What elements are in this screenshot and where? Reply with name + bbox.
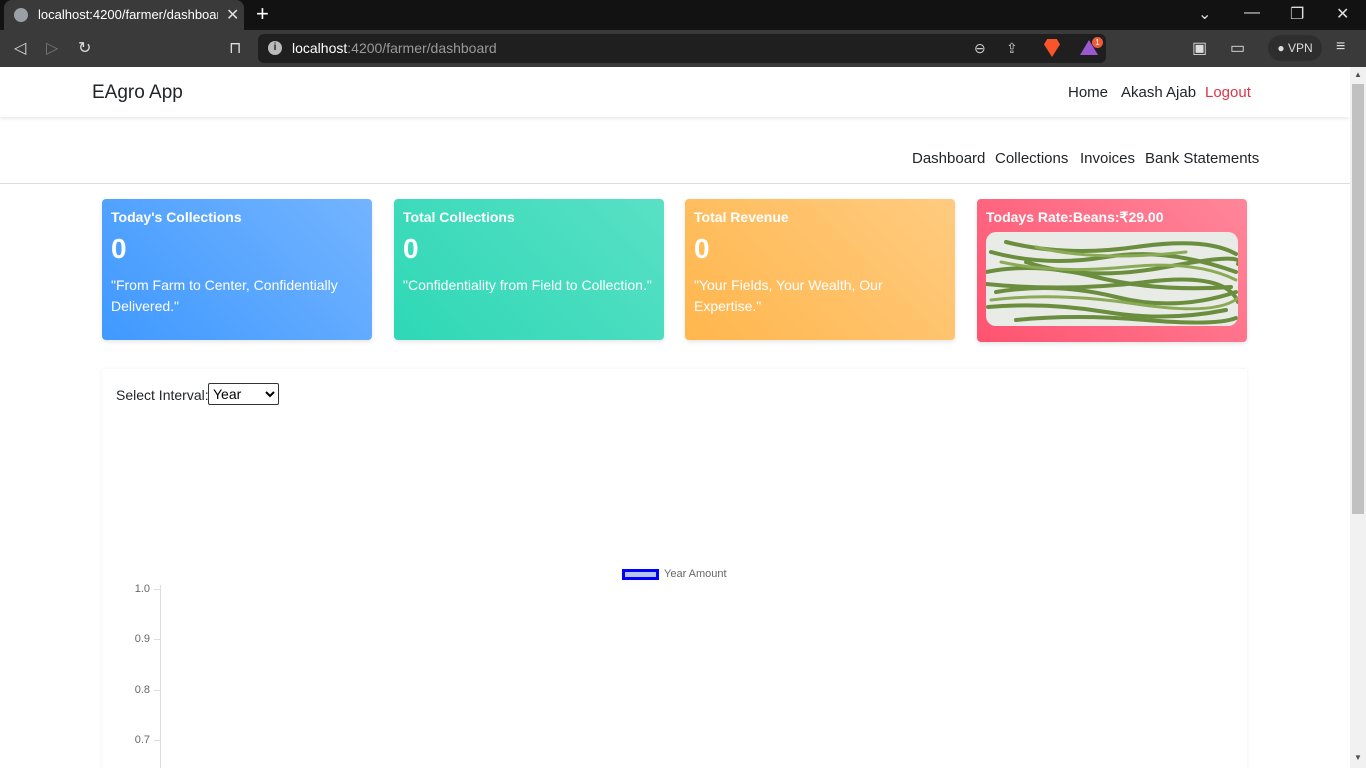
new-tab-icon[interactable]: + <box>256 1 269 27</box>
subnav-bank-statements[interactable]: Bank Statements <box>1145 150 1259 167</box>
beans-illustration <box>986 240 1238 325</box>
subnav-dashboard[interactable]: Dashboard <box>912 150 985 167</box>
y-tick-mark <box>154 589 160 590</box>
brave-shields-icon[interactable] <box>1044 39 1060 57</box>
card-value: 0 <box>403 233 419 264</box>
legend-swatch[interactable] <box>622 569 659 580</box>
interval-select[interactable]: Year <box>208 383 279 405</box>
card-title: Total Collections <box>403 209 515 225</box>
page-scrollbar[interactable]: ▲ ▼ <box>1350 67 1366 768</box>
address-bar[interactable]: i localhost:4200/farmer/dashboard ⊖ ⇪ 1 <box>258 34 1106 63</box>
y-tick-mark <box>154 740 160 741</box>
browser-tab[interactable]: localhost:4200/farmer/dashboard ✕ <box>4 0 244 30</box>
y-tick-mark <box>154 639 160 640</box>
minimize-icon[interactable]: — <box>1244 4 1260 22</box>
y-tick-label: 0.7 <box>134 734 150 746</box>
zoom-icon[interactable]: ⊖ <box>974 40 986 57</box>
legend-label[interactable]: Year Amount <box>664 568 727 580</box>
bookmark-icon[interactable]: ⊓ <box>229 38 241 58</box>
sidebar-icon[interactable]: ▣ <box>1192 38 1207 58</box>
card-title: Todays Rate:Beans:₹29.00 <box>986 209 1164 225</box>
nav-logout[interactable]: Logout <box>1205 84 1251 101</box>
y-tick-mark <box>154 690 160 691</box>
nav-home[interactable]: Home <box>1068 84 1108 101</box>
menu-icon[interactable]: ≡ <box>1336 38 1345 56</box>
browser-toolbar: ◁ ▷ ↻ ⊓ i localhost:4200/farmer/dashboar… <box>0 30 1366 67</box>
wallet-icon[interactable]: ▭ <box>1230 38 1245 58</box>
card-quote: "Confidentiality from Field to Collectio… <box>403 277 652 293</box>
total-collections-card: Total Collections 0 "Confidentiality fro… <box>394 199 664 340</box>
tab-title: localhost:4200/farmer/dashboard <box>38 7 218 22</box>
close-window-icon[interactable]: ✕ <box>1336 4 1349 24</box>
restore-icon[interactable]: ❐ <box>1290 4 1304 24</box>
scrollbar-thumb[interactable] <box>1352 84 1364 514</box>
subnav-invoices[interactable]: Invoices <box>1080 150 1135 167</box>
todays-collections-card: Today's Collections 0 "From Farm to Cent… <box>102 199 372 340</box>
forward-icon[interactable]: ▷ <box>46 38 58 58</box>
card-quote: "Your Fields, Your Wealth, Our Expertise… <box>694 277 883 314</box>
top-navbar: EAgro App Home Akash Ajab Logout <box>0 67 1350 117</box>
scroll-up-icon[interactable]: ▲ <box>1354 70 1362 79</box>
nav-user-name[interactable]: Akash Ajab <box>1121 84 1196 101</box>
back-icon[interactable]: ◁ <box>14 38 26 58</box>
y-tick-label: 0.9 <box>134 633 150 645</box>
card-value: 0 <box>694 233 710 264</box>
browser-tab-bar: localhost:4200/farmer/dashboard ✕ + ⌄ — … <box>0 0 1366 30</box>
card-title: Total Revenue <box>694 209 789 225</box>
close-tab-icon[interactable]: ✕ <box>226 5 239 25</box>
share-icon[interactable]: ⇪ <box>1006 40 1018 57</box>
tab-search-icon[interactable]: ⌄ <box>1198 4 1211 24</box>
interval-label: Select Interval: <box>116 387 209 403</box>
card-quote: "From Farm to Center, Confidentially Del… <box>111 277 338 314</box>
rewards-badge: 1 <box>1092 37 1103 48</box>
page-content: EAgro App Home Akash Ajab Logout Dashboa… <box>0 67 1350 768</box>
card-title: Today's Collections <box>111 209 242 225</box>
globe-icon <box>14 8 28 22</box>
total-revenue-card: Total Revenue 0 "Your Fields, Your Wealt… <box>685 199 955 340</box>
y-tick-label: 0.8 <box>134 684 150 696</box>
url-text[interactable]: localhost:4200/farmer/dashboard <box>292 40 497 56</box>
subnav-collections[interactable]: Collections <box>995 150 1068 167</box>
card-value: 0 <box>111 233 127 264</box>
scroll-down-icon[interactable]: ▼ <box>1354 753 1362 762</box>
sub-navigation: Dashboard Collections Invoices Bank Stat… <box>0 117 1350 184</box>
site-info-icon[interactable]: i <box>268 41 282 55</box>
y-tick-label: 1.0 <box>134 583 150 595</box>
vpn-button[interactable]: ● VPN <box>1268 35 1322 61</box>
beans-image <box>986 232 1238 326</box>
todays-rate-card: Todays Rate:Beans:₹29.00 <box>977 199 1247 342</box>
brand-title[interactable]: EAgro App <box>92 82 183 104</box>
reload-icon[interactable]: ↻ <box>78 38 91 58</box>
y-axis-line <box>160 585 161 768</box>
chart-card: Select Interval: Year Year Amount 1.0 0.… <box>102 369 1247 768</box>
